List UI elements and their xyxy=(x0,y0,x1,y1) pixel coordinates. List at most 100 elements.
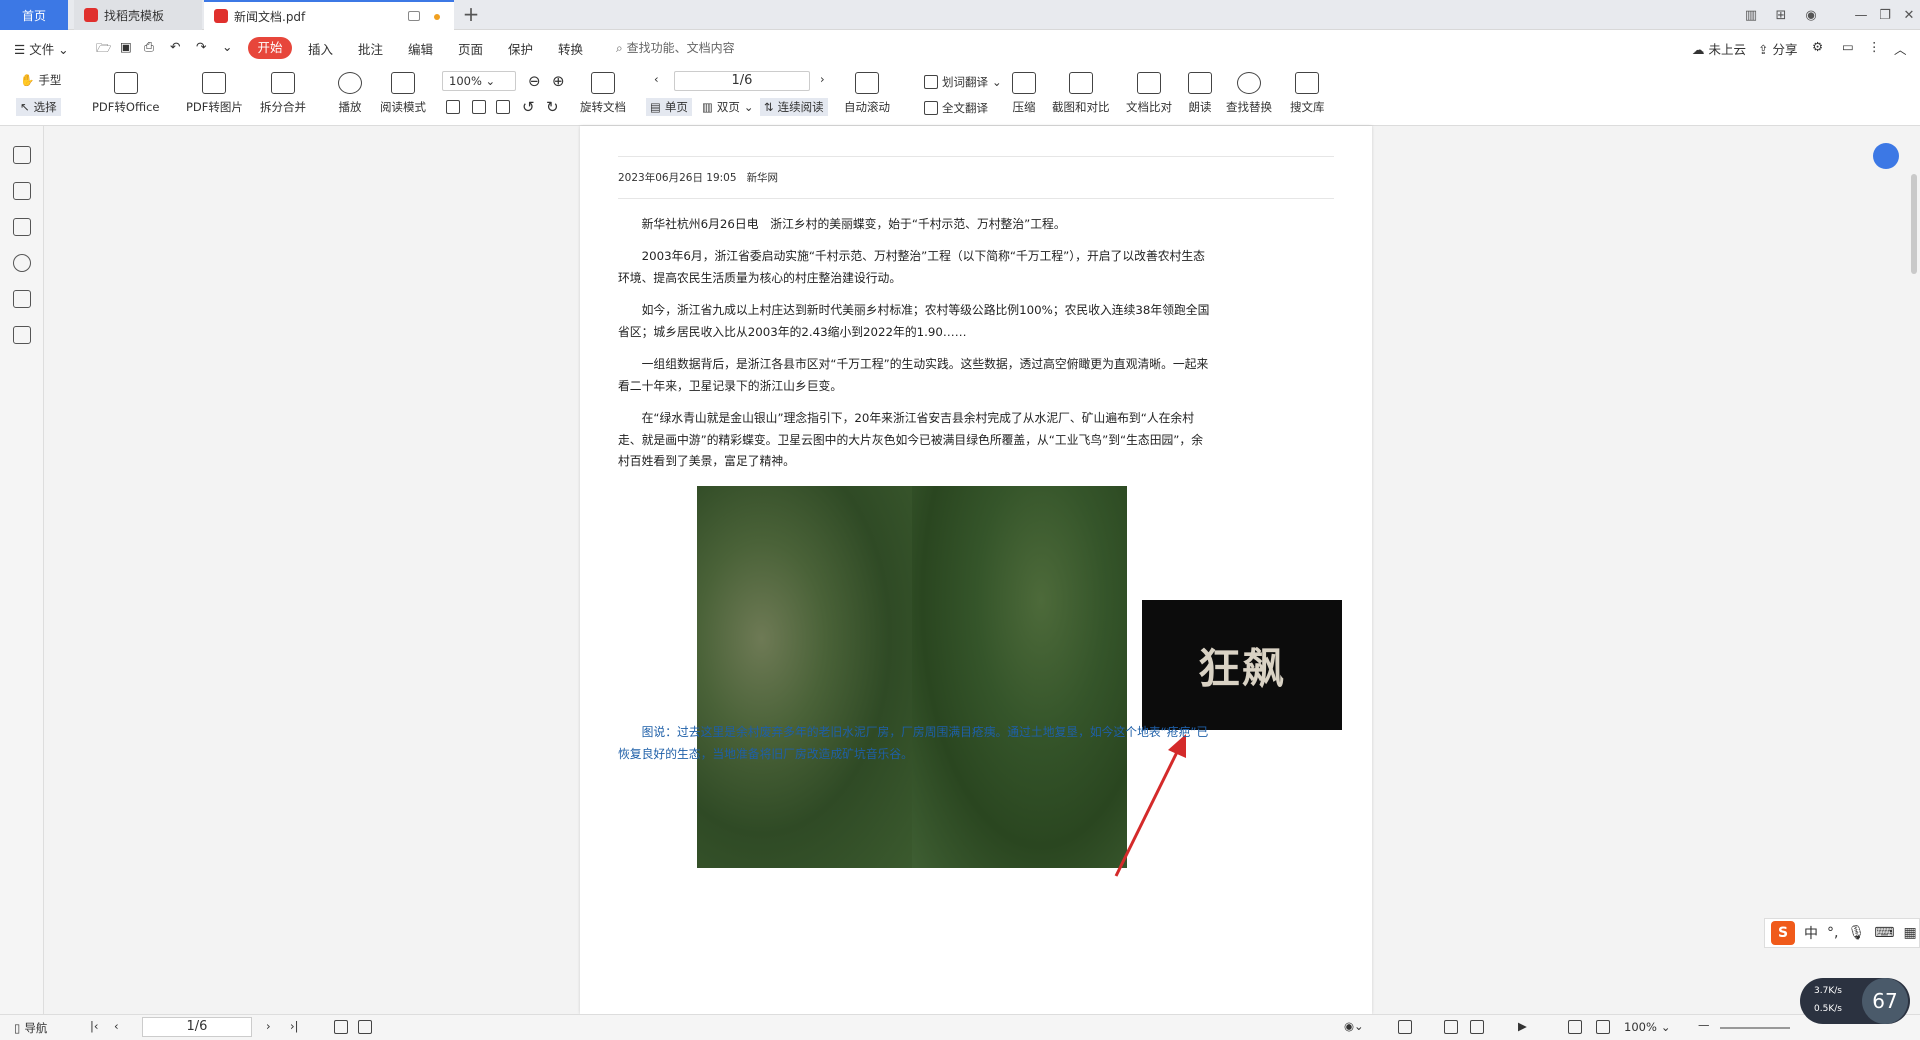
layers-icon[interactable] xyxy=(13,326,31,344)
doc-compare-button[interactable]: 文档比对 xyxy=(1126,72,1172,115)
single-view-icon[interactable] xyxy=(1444,1020,1458,1034)
settings-icon[interactable]: ⚙ xyxy=(1812,39,1823,54)
search-library-button[interactable]: 搜文库 xyxy=(1290,72,1325,115)
pdf-to-image-button[interactable]: PDF转图片 xyxy=(186,72,243,115)
rotate-doc-button[interactable]: 旋转文档 xyxy=(580,72,626,115)
network-speed-widget[interactable]: 3.7K/s 0.5K/s 67 xyxy=(1800,978,1910,1024)
cloud-button[interactable]: ☁ 未上云 xyxy=(1692,39,1746,58)
share-label: 分享 xyxy=(1772,42,1798,57)
menu-insert[interactable]: 插入 xyxy=(308,39,333,58)
continuous-read-button[interactable]: ⇅ 连续阅读 xyxy=(760,98,828,116)
ime-lang[interactable]: 中 xyxy=(1804,923,1818,943)
prev-page-icon[interactable]: ‹ xyxy=(654,72,659,86)
attachment-icon[interactable] xyxy=(13,254,31,272)
hand-tool-button[interactable]: ✋ 手型 xyxy=(20,72,61,88)
open-icon[interactable]: 🗁 xyxy=(96,39,112,60)
layout-icon[interactable]: ▥ xyxy=(1736,0,1766,30)
first-page-icon[interactable]: |‹ xyxy=(90,1019,98,1033)
menu-file[interactable]: ☰ 文件 ⌄ xyxy=(14,39,69,58)
sogou-icon[interactable]: S xyxy=(1771,921,1795,945)
undo-icon[interactable]: ↶ xyxy=(170,39,180,54)
full-translate-button[interactable]: 全文翻译 xyxy=(924,100,988,116)
find-replace-button[interactable]: 查找替换 xyxy=(1226,72,1272,115)
zoom-out-icon[interactable]: ⊖ xyxy=(528,72,541,90)
signature-icon[interactable] xyxy=(13,290,31,308)
search-input[interactable]: ⌕ 查找功能、文档内容 xyxy=(616,39,735,56)
status-page-input[interactable]: 1/6 xyxy=(142,1017,252,1037)
word-translate-button[interactable]: 划词翻译 ⌄ xyxy=(924,74,1002,90)
avatar[interactable]: ◉ xyxy=(1796,0,1826,30)
comment-panel-icon[interactable] xyxy=(13,218,31,236)
zoom-slider[interactable] xyxy=(1720,1027,1790,1029)
double-view-icon[interactable] xyxy=(1470,1020,1484,1034)
auto-scroll-button[interactable]: 自动滚动 xyxy=(844,72,890,115)
search-library-icon xyxy=(1295,72,1320,94)
tab-document[interactable]: 新闻文档.pdf xyxy=(204,0,454,30)
play-button[interactable]: 播放 xyxy=(338,72,362,115)
bookmark-icon[interactable] xyxy=(13,146,31,164)
prev-icon[interactable]: ‹ xyxy=(114,1019,119,1033)
share-button[interactable]: ⇪ 分享 xyxy=(1758,39,1797,58)
zoom-select[interactable]: 100% ⌄ xyxy=(442,71,516,91)
floating-tool-button[interactable] xyxy=(1873,143,1899,169)
punctuation-icon[interactable]: °, xyxy=(1827,925,1838,941)
split-merge-button[interactable]: 拆分合并 xyxy=(260,72,306,115)
toolbox-icon[interactable]: ▦ xyxy=(1903,925,1916,941)
search-placeholder: 查找功能、文档内容 xyxy=(626,41,735,55)
compress-button[interactable]: 压缩 xyxy=(1012,72,1036,115)
vertical-scrollbar[interactable] xyxy=(1908,126,1920,1014)
keyboard-icon[interactable]: ⌨ xyxy=(1874,925,1894,941)
pdf-to-office-button[interactable]: PDF转Office xyxy=(92,72,159,115)
next-page-icon[interactable]: › xyxy=(820,72,825,86)
mic-icon[interactable]: 🎙 xyxy=(1847,925,1865,941)
read-aloud-button[interactable]: 朗读 xyxy=(1188,72,1212,115)
select-tool-button[interactable]: ↖ 选择 xyxy=(16,98,61,116)
next-icon[interactable]: › xyxy=(266,1019,271,1033)
page-input[interactable]: 1/6 xyxy=(674,71,810,91)
menu-protect[interactable]: 保护 xyxy=(508,39,533,58)
menu-comment[interactable]: 批注 xyxy=(358,39,383,58)
save-icon[interactable]: ▣ xyxy=(120,39,132,54)
single-page-button[interactable]: ▤ 单页 xyxy=(646,98,692,116)
more-quick-icon[interactable]: ⌄ xyxy=(222,39,232,54)
menu-edit[interactable]: 编辑 xyxy=(408,39,433,58)
fit-page-icon[interactable] xyxy=(472,100,486,114)
double-page-button[interactable]: ▥ 双页 ⌄ xyxy=(702,99,754,115)
thumbnail-icon[interactable] xyxy=(13,182,31,200)
screenshot-compare-button[interactable]: 截图和对比 xyxy=(1052,72,1110,115)
new-tab-button[interactable]: + xyxy=(458,2,484,28)
video-thumbnail[interactable]: 狂飙 xyxy=(1142,600,1342,730)
tab-template[interactable]: 找稻壳模板 xyxy=(74,0,202,30)
forward-icon[interactable] xyxy=(358,1020,372,1034)
print-icon[interactable]: ⎙ xyxy=(144,39,154,55)
redo-icon[interactable]: ↷ xyxy=(196,39,206,54)
menu-start[interactable]: 开始 xyxy=(248,37,292,59)
play-status-icon[interactable]: ▶ xyxy=(1518,1019,1527,1033)
zoom-in-icon[interactable]: ⊕ xyxy=(552,72,565,90)
fit-width-icon[interactable] xyxy=(496,100,510,114)
close-button[interactable]: ✕ xyxy=(1894,0,1920,30)
menu-page[interactable]: 页面 xyxy=(458,39,483,58)
collapse-ribbon-icon[interactable]: ︿ xyxy=(1894,39,1907,58)
tab-home[interactable]: 首页 xyxy=(0,0,68,30)
read-mode-button[interactable]: 阅读模式 xyxy=(380,72,426,115)
more-icon[interactable]: ⋮ xyxy=(1868,39,1881,54)
back-icon[interactable] xyxy=(334,1020,348,1034)
nav-button[interactable]: ▯ 导航 xyxy=(14,1020,47,1036)
fit-status-icon[interactable] xyxy=(1596,1020,1610,1034)
eye-protect-icon[interactable]: ◉⌄ xyxy=(1344,1019,1364,1033)
rotate-right-icon[interactable]: ↻ xyxy=(546,98,559,116)
rotate-doc-icon xyxy=(591,72,615,94)
scrollbar-thumb[interactable] xyxy=(1911,174,1917,274)
rotate-left-icon[interactable]: ↺ xyxy=(522,98,535,116)
monitor-icon[interactable] xyxy=(408,11,420,21)
comment-icon[interactable]: ▭ xyxy=(1842,39,1854,54)
actual-size-status-icon[interactable] xyxy=(1568,1020,1582,1034)
continuous-view-icon[interactable] xyxy=(1398,1020,1412,1034)
zoom-minus-icon[interactable]: — xyxy=(1698,1018,1710,1032)
menu-convert[interactable]: 转换 xyxy=(558,39,583,58)
zoom-status[interactable]: 100% ⌄ xyxy=(1624,1020,1671,1034)
last-page-icon[interactable]: ›| xyxy=(290,1019,298,1033)
actual-size-icon[interactable] xyxy=(446,100,460,114)
grid-icon[interactable]: ⊞ xyxy=(1766,0,1796,30)
